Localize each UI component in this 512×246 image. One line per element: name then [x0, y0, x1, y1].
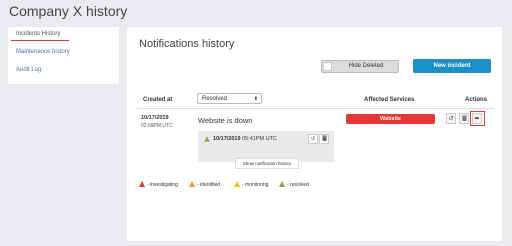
affected-services-header: Affected Services — [364, 97, 415, 103]
active-indicator — [11, 40, 69, 41]
update-actions: ↺ — [307, 134, 329, 152]
legend-identified: - identified — [189, 181, 220, 188]
investigating-icon — [139, 181, 145, 187]
legend-investigating: - investigating — [139, 181, 178, 188]
trash-icon[interactable] — [459, 113, 469, 124]
main-panel: Notifications history Hide Deleted New i… — [127, 27, 502, 241]
notifications-title: Notifications history — [139, 38, 235, 50]
undo-icon[interactable]: ↺ — [308, 134, 318, 144]
update-timestamp: 10/17/2019 05:41PM UTC — [213, 136, 277, 142]
created-at-header: Created at — [143, 97, 173, 103]
resolved-status-icon — [204, 136, 210, 142]
incident-title: Website is down — [198, 116, 253, 125]
chevron-updown-icon: ⬍ — [253, 96, 258, 102]
new-incident-button[interactable]: New incident — [413, 59, 491, 73]
identified-icon — [189, 181, 195, 187]
legend-monitoring: - monitoring — [234, 181, 268, 188]
sidebar-item-audit-log[interactable]: Audit Log — [16, 67, 41, 73]
show-notification-history-button[interactable]: Show notification history — [235, 158, 299, 169]
incident-date: 10/17/2019 — [141, 115, 169, 121]
update-time: 05:41PM UTC — [242, 136, 277, 142]
status-filter-select[interactable]: Resolved ⬍ — [197, 93, 262, 104]
page-title: Company X history — [9, 3, 128, 19]
status-filter-value: Resolved — [202, 96, 228, 102]
sidebar-item-maintenance-history[interactable]: Maintenance history — [16, 49, 70, 55]
resolved-icon — [279, 181, 285, 187]
incident-time: 02:09PM UTC — [141, 123, 173, 129]
undo-icon[interactable]: ↺ — [446, 113, 456, 124]
sidebar-item-incidents-history[interactable]: Incidents History — [16, 31, 60, 37]
sidebar: Incidents History Maintenance history Au… — [8, 27, 119, 84]
update-date: 10/17/2019 — [213, 136, 241, 142]
actions-header: Actions — [465, 97, 488, 103]
hide-deleted-label: Hide Deleted — [348, 63, 384, 69]
highlight-box — [470, 111, 485, 126]
affected-service-badge: Website — [346, 114, 435, 124]
hide-deleted-toggle[interactable]: Hide Deleted — [321, 60, 399, 73]
header-divider — [137, 108, 494, 109]
legend-resolved: - resolved — [279, 181, 309, 188]
monitoring-icon — [234, 181, 240, 187]
trash-icon[interactable] — [319, 134, 329, 144]
toggle-knob — [323, 62, 332, 71]
